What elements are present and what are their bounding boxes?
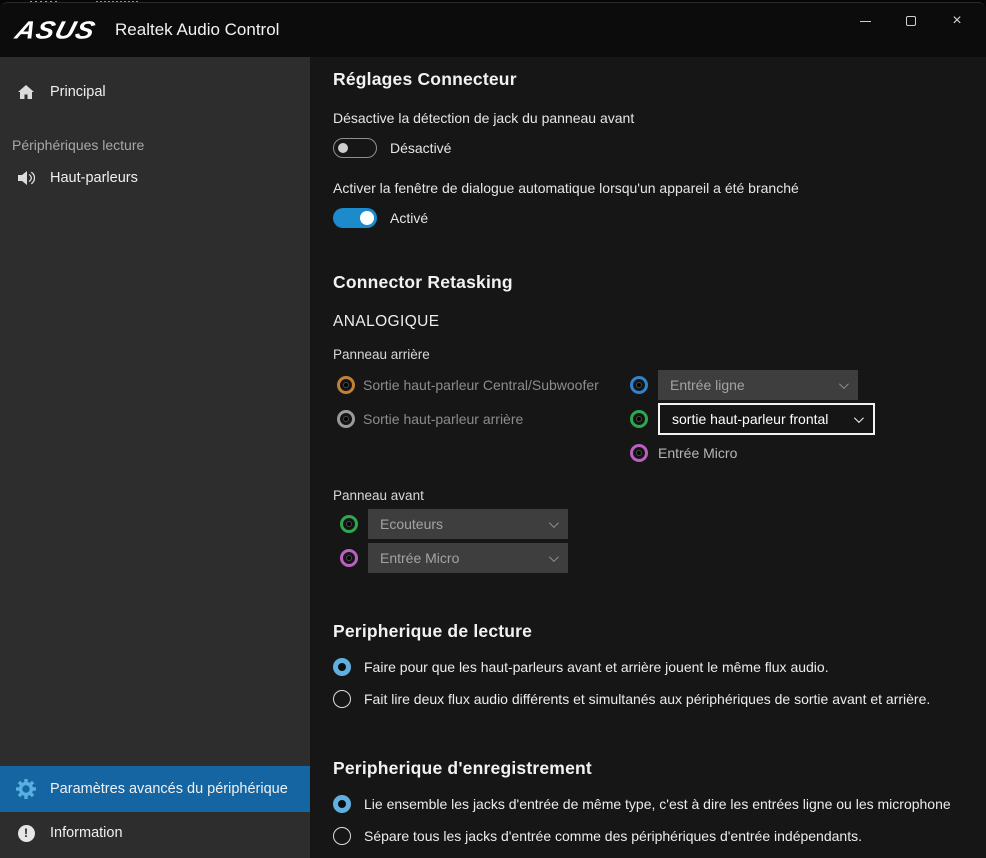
maximize-button[interactable] [888,5,934,37]
jack-icon-orange [337,376,355,394]
maximize-icon [906,16,916,26]
retask-row-rear-speaker: Sortie haut-parleur arrière sortie haut-… [333,402,986,436]
recording-option-tie-jacks[interactable]: Lie ensemble les jacks d'entrée de même … [333,795,986,813]
chevron-down-icon [549,518,559,528]
titlebar[interactable]: ASUS Realtek Audio Control × [0,3,986,57]
section-title-connector-retasking: Connector Retasking [333,272,986,293]
sidebar-item-advanced-settings[interactable]: Paramètres avancés du périphérique [0,766,310,812]
minimize-button[interactable] [842,5,888,37]
retask-row-mic-in: Entrée Micro [333,436,986,470]
sidebar-bottom-group: Paramètres avancés du périphérique ! Inf… [0,766,310,858]
radio-label: Fait lire deux flux audio différents et … [364,691,930,707]
auto-popup-label: Activer la fenêtre de dialogue automatiq… [333,180,986,196]
sidebar-item-label: Haut-parleurs [50,170,138,186]
line-in-dropdown[interactable]: Entrée ligne [658,370,858,400]
jack-detection-toggle[interactable] [333,138,377,158]
sidebar-item-speakers[interactable]: Haut-parleurs [0,157,310,199]
jack-detection-label: Désactive la détection de jack du pannea… [333,110,986,126]
close-icon: × [952,13,961,29]
front-row-mic: Entrée Micro [333,543,986,573]
retask-row-left: Sortie haut-parleur Central/Subwoofer [333,376,630,394]
speaker-icon [16,170,36,186]
radio-selected-icon[interactable] [333,795,351,813]
playback-option-same-stream[interactable]: Faire pour que les haut-parleurs avant e… [333,658,986,676]
dropdown-value: Ecouteurs [380,516,443,532]
gear-icon [16,779,36,799]
toggle-knob [360,211,374,225]
chevron-down-icon [839,379,849,389]
sidebar-item-information[interactable]: ! Information [0,812,310,854]
toggle-state-label: Désactivé [390,140,451,156]
jack-icon-blue [630,376,648,394]
jack-detection-toggle-row: Désactivé [333,138,986,158]
recording-option-separate-jacks[interactable]: Sépare tous les jacks d'entrée comme des… [333,827,986,845]
jack-icon-pink [340,549,358,567]
home-icon [16,84,36,100]
radio-unselected-icon[interactable] [333,827,351,845]
auto-popup-toggle-row: Activé [333,208,986,228]
jack-label: Sortie haut-parleur arrière [363,411,523,427]
radio-unselected-icon[interactable] [333,690,351,708]
front-panel-rows: Ecouteurs Entrée Micro [333,509,986,573]
jack-icon-green [630,410,648,428]
jack-label: Sortie haut-parleur Central/Subwoofer [363,377,599,393]
section-title-recording-device: Peripherique d'enregistrement [333,758,986,779]
rear-panel-label: Panneau arrière [333,347,986,362]
rear-panel-rows: Sortie haut-parleur Central/Subwoofer En… [333,368,986,470]
info-icon: ! [16,825,36,842]
toggle-knob [338,143,348,153]
mic-in-label: Entrée Micro [658,445,737,461]
chevron-down-icon [854,413,864,423]
close-button[interactable]: × [934,5,980,37]
dropdown-value: sortie haut-parleur frontal [672,411,828,427]
retask-row-central-subwoofer: Sortie haut-parleur Central/Subwoofer En… [333,368,986,402]
screen: ASUS Realtek Audio Control × Principal P… [0,0,986,858]
asus-logo: ASUS [12,16,99,45]
auto-popup-toggle[interactable] [333,208,377,228]
playback-option-different-streams[interactable]: Fait lire deux flux audio différents et … [333,690,986,708]
jack-icon-green [340,515,358,533]
minimize-icon [860,21,871,22]
headphones-dropdown[interactable]: Ecouteurs [368,509,568,539]
sidebar-section-playback-devices: Périphériques lecture [12,137,310,153]
radio-label: Sépare tous les jacks d'entrée comme des… [364,828,862,844]
radio-label: Faire pour que les haut-parleurs avant e… [364,659,829,675]
front-mic-dropdown[interactable]: Entrée Micro [368,543,568,573]
main-content: Réglages Connecteur Désactive la détecti… [310,57,986,858]
analog-subheading: ANALOGIQUE [333,313,986,331]
retask-row-right: sortie haut-parleur frontal [630,403,875,435]
front-speaker-dropdown[interactable]: sortie haut-parleur frontal [658,403,875,435]
sidebar-item-label: Principal [50,84,106,100]
sidebar: Principal Périphériques lecture Haut-par… [0,57,310,858]
jack-icon-gray [337,410,355,428]
section-title-playback-device: Peripherique de lecture [333,621,986,642]
front-row-headphones: Ecouteurs [333,509,986,539]
window-controls: × [842,5,980,39]
chevron-down-icon [549,552,559,562]
front-panel-label: Panneau avant [333,488,986,503]
window-title: Realtek Audio Control [115,20,279,40]
retask-row-right: Entrée Micro [630,444,737,462]
app-window: ASUS Realtek Audio Control × Principal P… [0,2,986,858]
retask-row-right: Entrée ligne [630,370,858,400]
jack-icon-pink [630,444,648,462]
dropdown-value: Entrée ligne [670,377,745,393]
window-body: Principal Périphériques lecture Haut-par… [0,57,986,858]
dropdown-value: Entrée Micro [380,550,459,566]
sidebar-item-label: Paramètres avancés du périphérique [50,781,288,797]
sidebar-item-principal[interactable]: Principal [0,71,310,113]
retask-row-left: Sortie haut-parleur arrière [333,410,630,428]
radio-label: Lie ensemble les jacks d'entrée de même … [364,796,951,812]
sidebar-item-label: Information [50,825,123,841]
radio-selected-icon[interactable] [333,658,351,676]
section-title-connector-settings: Réglages Connecteur [333,69,986,90]
toggle-state-label: Activé [390,210,428,226]
